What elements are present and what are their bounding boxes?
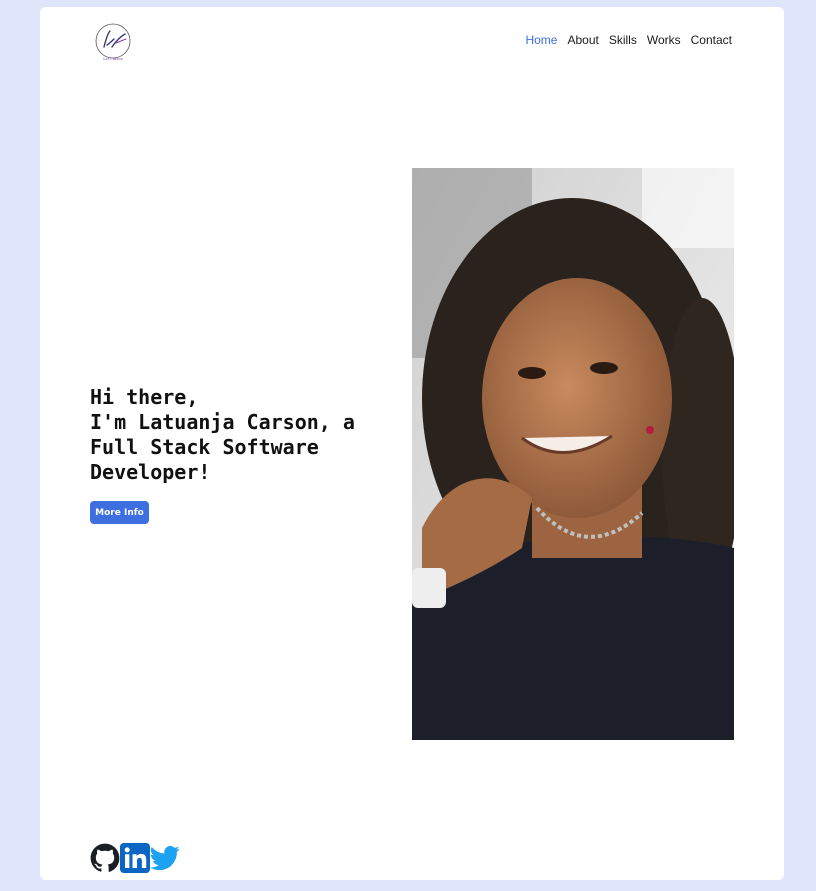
github-icon[interactable] [90, 843, 120, 873]
nav-home[interactable]: Home [525, 33, 557, 47]
hero-line-2: I'm Latuanja Carson, a [90, 410, 355, 434]
hero-heading: Hi there, I'm Latuanja Carson, a Full St… [90, 385, 390, 485]
twitter-icon[interactable] [150, 843, 180, 873]
nav-works[interactable]: Works [647, 33, 681, 47]
nav-contact[interactable]: Contact [691, 33, 732, 47]
more-info-button[interactable]: More Info [90, 501, 149, 524]
main-nav: Home About Skills Works Contact [525, 33, 732, 47]
linkedin-icon[interactable] [120, 843, 150, 873]
hero-line-3: Full Stack Software [90, 435, 319, 459]
nav-about[interactable]: About [567, 33, 598, 47]
hero-line-1: Hi there, [90, 385, 199, 409]
nav-skills[interactable]: Skills [609, 33, 637, 47]
social-links [90, 843, 180, 873]
lc-signature-logo-icon [95, 23, 131, 59]
portrait-illustration [412, 168, 734, 740]
logo-caption: Lat Carson [103, 57, 123, 61]
portrait-photo [412, 168, 734, 740]
site-logo[interactable]: Lat Carson [92, 19, 134, 69]
hero-line-4: Developer! [90, 460, 211, 484]
page-card: Lat Carson Home About Skills Works Conta… [40, 7, 784, 880]
